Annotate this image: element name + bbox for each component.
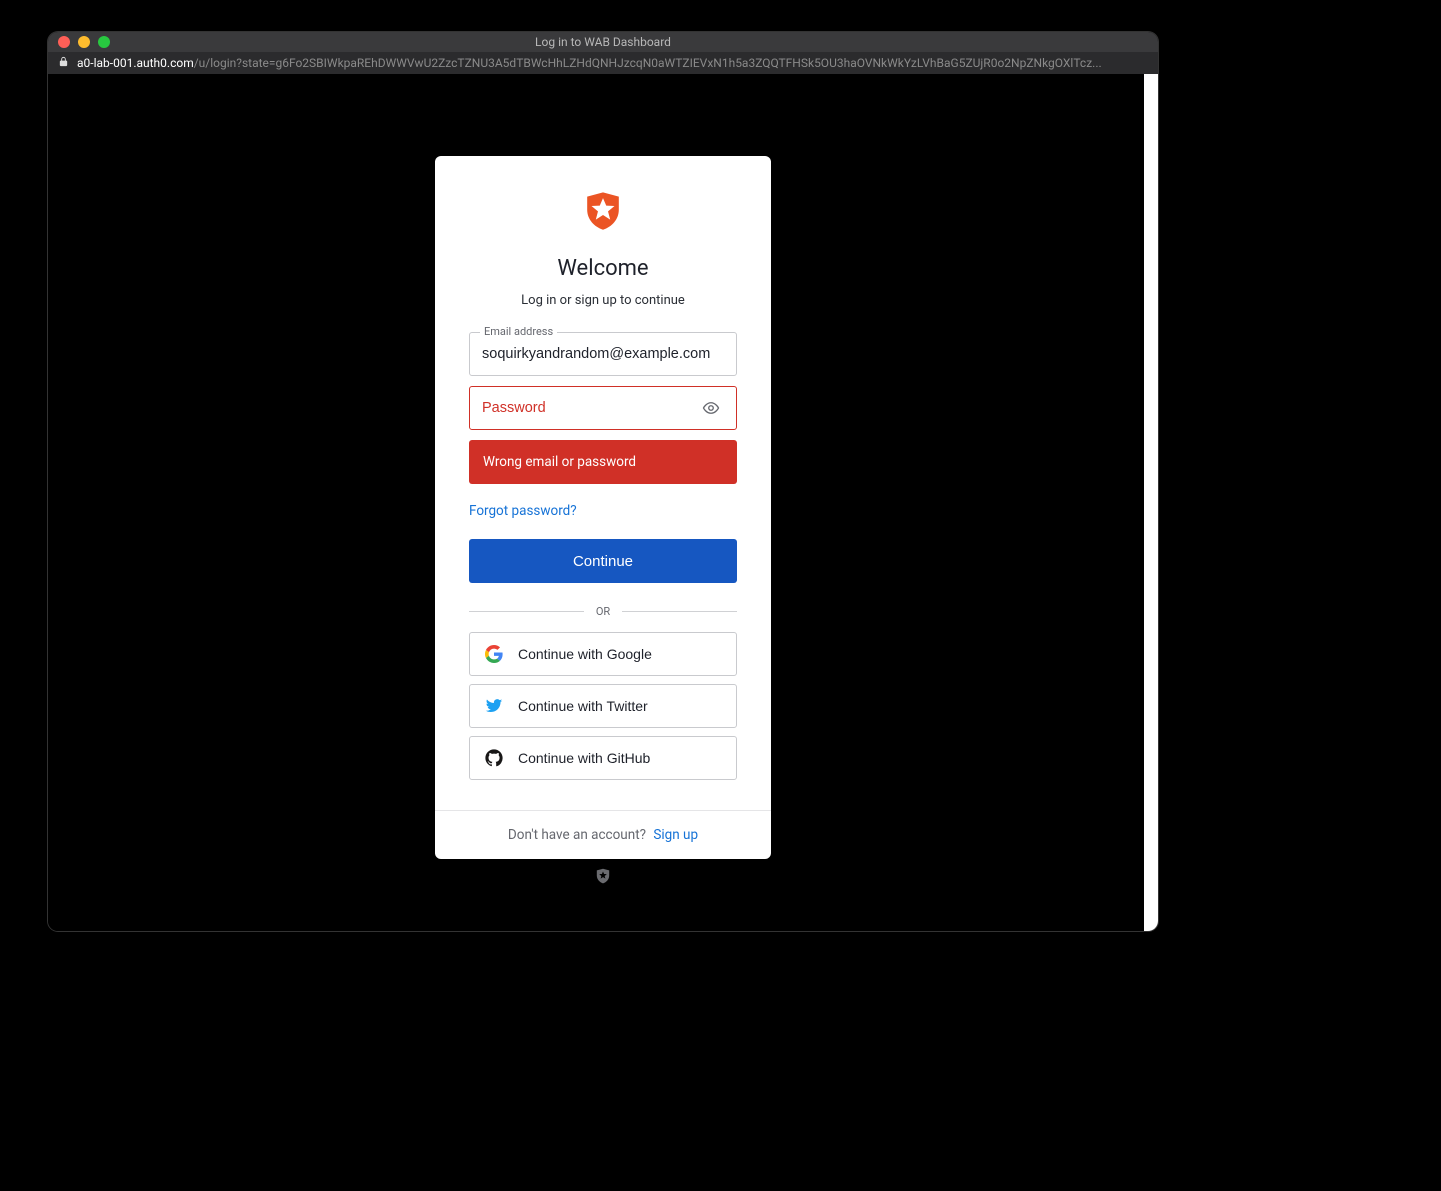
signup-prompt: Don't have an account? — [508, 827, 646, 843]
url-path: /u/login?state=g6Fo2SBIWkpaREhDWWVwU2Zzc… — [194, 56, 1102, 70]
divider-label: OR — [584, 605, 622, 618]
twitter-button-label: Continue with Twitter — [518, 698, 648, 714]
card-footer: Don't have an account? Sign up — [435, 810, 771, 859]
email-field-wrapper: Email address — [469, 332, 737, 376]
login-card: Welcome Log in or sign up to continue Em… — [435, 156, 771, 859]
signup-link[interactable]: Sign up — [653, 827, 698, 843]
app-logo — [469, 188, 737, 238]
email-label: Email address — [480, 325, 557, 338]
github-icon — [484, 748, 504, 768]
vertical-scrollbar[interactable] — [1144, 74, 1158, 931]
continue-with-twitter-button[interactable]: Continue with Twitter — [469, 684, 737, 728]
window-title: Log in to WAB Dashboard — [48, 35, 1158, 49]
continue-with-github-button[interactable]: Continue with GitHub — [469, 736, 737, 780]
google-button-label: Continue with Google — [518, 646, 652, 662]
forgot-password-link[interactable]: Forgot password? — [469, 503, 577, 519]
github-button-label: Continue with GitHub — [518, 750, 650, 766]
social-divider: OR — [469, 605, 737, 618]
password-field-wrapper — [469, 386, 737, 430]
zoom-window-button[interactable] — [98, 36, 110, 48]
browser-window: Log in to WAB Dashboard a0-lab-001.auth0… — [48, 32, 1158, 931]
lock-icon — [58, 56, 69, 70]
page-viewport: Welcome Log in or sign up to continue Em… — [48, 74, 1158, 931]
traffic-lights — [58, 36, 110, 48]
address-bar[interactable]: a0-lab-001.auth0.com /u/login?state=g6Fo… — [48, 52, 1158, 74]
password-input[interactable] — [482, 400, 698, 416]
twitter-icon — [484, 696, 504, 716]
url-host: a0-lab-001.auth0.com — [77, 56, 194, 70]
titlebar: Log in to WAB Dashboard — [48, 32, 1158, 52]
login-subtitle: Log in or sign up to continue — [469, 293, 737, 308]
error-message: Wrong email or password — [469, 440, 737, 484]
auth0-badge-icon — [594, 866, 612, 890]
google-icon — [484, 644, 504, 664]
toggle-password-visibility-button[interactable] — [698, 395, 724, 421]
continue-with-google-button[interactable]: Continue with Google — [469, 632, 737, 676]
close-window-button[interactable] — [58, 36, 70, 48]
email-input[interactable] — [482, 346, 724, 362]
minimize-window-button[interactable] — [78, 36, 90, 48]
welcome-heading: Welcome — [469, 256, 737, 281]
eye-icon — [702, 399, 720, 417]
continue-button[interactable]: Continue — [469, 539, 737, 583]
